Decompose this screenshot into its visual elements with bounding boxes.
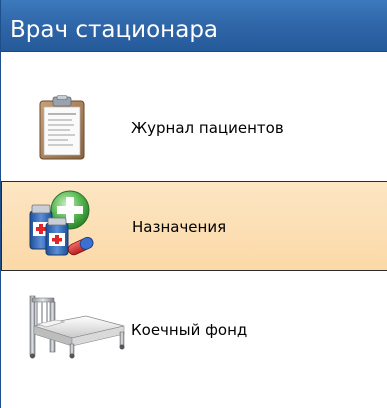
nav-item-label: Коечный фонд [131,321,248,339]
nav-item-prescriptions[interactable]: Назначения [1,181,387,271]
clipboard-icon [39,95,85,160]
panel-header: Врач стационара [1,0,387,52]
panel-title: Врач стационара [10,17,219,43]
navigation-panel: Врач стационара Журнал пациентов Назначе… [0,0,387,408]
nav-item-patient-journal[interactable]: Журнал пациентов [1,82,387,172]
nav-item-label: Журнал пациентов [131,119,284,137]
medicine-icon [29,190,94,256]
nav-item-label: Назначения [132,218,227,236]
nav-item-bed-fund[interactable]: Коечный фонд [1,282,387,372]
hospital-bed-icon [29,295,125,359]
